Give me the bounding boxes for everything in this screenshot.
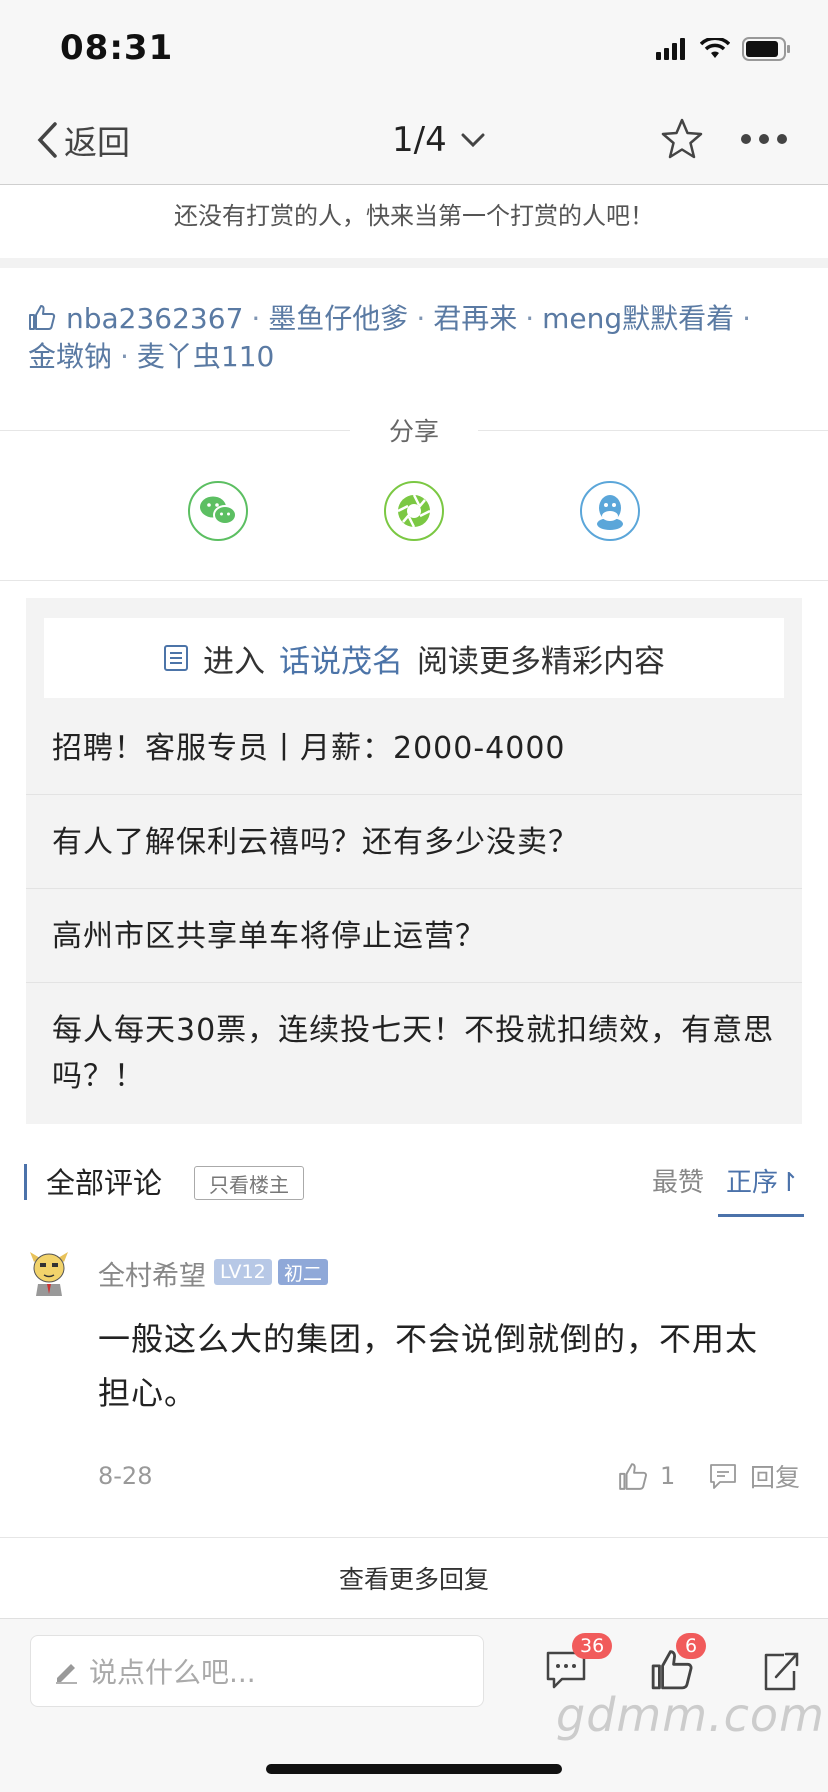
star-icon bbox=[661, 118, 703, 159]
comment-username[interactable]: 全村希望 bbox=[98, 1254, 206, 1293]
thread-item[interactable]: 招聘！客服专员丨月薪：2000-4000 bbox=[26, 726, 802, 772]
only-op-button[interactable]: 只看楼主 bbox=[194, 1166, 304, 1200]
home-indicator[interactable] bbox=[266, 1764, 562, 1774]
liker-name[interactable]: 麦丫虫110 bbox=[137, 340, 274, 373]
more-replies-divider bbox=[0, 1537, 828, 1538]
comments-title: 全部评论 bbox=[46, 1166, 163, 1200]
thumbs-up-icon bbox=[619, 1463, 647, 1490]
reply-label: 回复 bbox=[750, 1463, 801, 1492]
share-button[interactable] bbox=[760, 1649, 800, 1693]
comment-date: 8-28 bbox=[98, 1462, 153, 1490]
forum-name: 话说茂名 bbox=[279, 643, 403, 680]
thread-divider bbox=[26, 888, 802, 889]
liker-name[interactable]: 君再来 bbox=[433, 302, 517, 335]
enter-prefix: 进入 bbox=[203, 643, 265, 680]
thread-item[interactable]: 高州市区共享单车将停止运营？ bbox=[26, 914, 802, 960]
comment-like-button[interactable]: 1 bbox=[618, 1456, 675, 1496]
cartoon-avatar-icon bbox=[30, 1252, 68, 1296]
comment-text: 一般这么大的集团，不会说倒就倒的，不用太担心。 bbox=[98, 1320, 759, 1412]
thread-item[interactable]: 有人了解保利云禧吗？还有多少没卖？ bbox=[26, 820, 802, 866]
liker-name[interactable]: 墨鱼仔他爹 bbox=[268, 302, 408, 335]
comment-input[interactable]: 说点什么吧... bbox=[30, 1635, 484, 1707]
liker-name[interactable]: nba2362367 bbox=[66, 302, 243, 335]
share-label: 分享 bbox=[350, 412, 478, 448]
share-icon bbox=[764, 1652, 799, 1691]
document-icon bbox=[164, 645, 188, 671]
comments-accent-bar bbox=[24, 1164, 27, 1200]
more-button[interactable] bbox=[740, 119, 788, 159]
more-replies-link[interactable]: 查看更多回复 bbox=[0, 1560, 828, 1596]
enter-suffix: 阅读更多精彩内容 bbox=[417, 643, 665, 680]
wechat-icon bbox=[200, 496, 237, 525]
status-icons bbox=[656, 34, 792, 64]
pencil-icon bbox=[56, 1664, 77, 1684]
enter-forum-link[interactable]: 进入 话说茂名 阅读更多精彩内容 bbox=[44, 618, 784, 698]
qq-icon bbox=[597, 495, 623, 530]
active-tab-underline bbox=[718, 1214, 804, 1217]
status-bar: 08:31 bbox=[0, 0, 828, 95]
like-count-badge: 6 bbox=[676, 1633, 706, 1659]
status-time: 08:31 bbox=[60, 28, 174, 68]
liker-name[interactable]: meng默默看着 bbox=[542, 302, 734, 335]
share-moments-button[interactable] bbox=[384, 481, 444, 541]
avatar[interactable] bbox=[26, 1248, 72, 1296]
thumbs-up-icon bbox=[29, 305, 56, 330]
share-qq-button[interactable] bbox=[580, 481, 640, 541]
comment-input-placeholder: 说点什么吧... bbox=[89, 1656, 256, 1689]
thread-item[interactable]: 每人每天30票，连续投七天！不投就扣绩效，有意思吗？！ bbox=[26, 1008, 802, 1100]
reply-bubble-icon bbox=[710, 1464, 736, 1489]
wifi-icon bbox=[700, 38, 730, 58]
back-button[interactable]: 返回 bbox=[36, 115, 130, 165]
reward-notice: 还没有打赏的人，快来当第一个打赏的人吧！ bbox=[174, 202, 654, 230]
moments-icon bbox=[397, 494, 431, 528]
more-icon bbox=[741, 134, 787, 144]
section-divider bbox=[0, 258, 828, 268]
sort-hot-tab[interactable]: 最赞 bbox=[652, 1162, 704, 1199]
comment-count-badge: 36 bbox=[572, 1633, 613, 1659]
thread-divider bbox=[26, 982, 802, 983]
thread-divider bbox=[26, 794, 802, 795]
favorite-button[interactable] bbox=[660, 117, 704, 161]
page-selector[interactable]: 1/4 bbox=[392, 115, 485, 165]
signal-icon bbox=[656, 38, 685, 60]
comment-reply-button[interactable]: 回复 bbox=[708, 1456, 800, 1496]
level-badge: LV12 bbox=[214, 1259, 272, 1285]
page-indicator-label: 1/4 bbox=[392, 120, 447, 160]
section-divider bbox=[0, 580, 828, 581]
likers-list: nba2362367 · 墨鱼仔他爹 · 君再来 · meng默默看着 · 金墩钠 · 麦丫虫110 bbox=[28, 302, 752, 373]
liker-name[interactable]: 金墩钠 bbox=[28, 340, 112, 373]
sort-asc-tab[interactable]: 正序↾ bbox=[726, 1162, 800, 1199]
share-wechat-button[interactable] bbox=[188, 481, 248, 541]
chevron-down-icon bbox=[461, 133, 485, 147]
comment-like-count: 1 bbox=[660, 1462, 676, 1490]
back-label: 返回 bbox=[64, 123, 130, 162]
battery-icon bbox=[742, 37, 790, 61]
grade-badge: 初二 bbox=[278, 1259, 329, 1285]
chevron-left-icon bbox=[37, 122, 57, 158]
forum-recommend-box: 进入 话说茂名 阅读更多精彩内容 招聘！客服专员丨月薪：2000-4000 有人… bbox=[26, 598, 802, 1124]
nav-bar: 返回 1/4 bbox=[0, 95, 828, 185]
watermark: gdmm.com bbox=[556, 1688, 825, 1742]
